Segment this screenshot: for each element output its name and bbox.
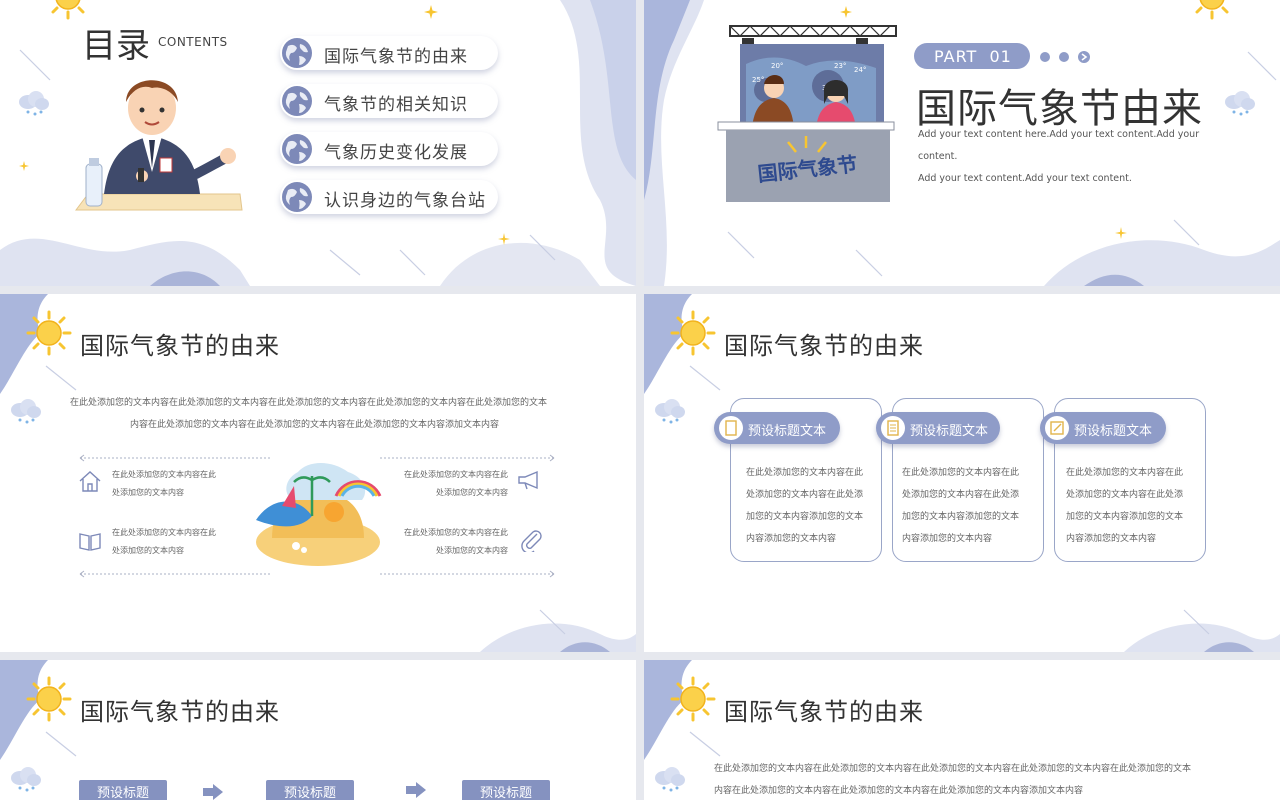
notes-icon (881, 416, 905, 440)
card-title: 预设标题文本 (910, 424, 989, 439)
temp-label: 25° (752, 76, 764, 84)
edit-icon (1045, 416, 1069, 440)
rain-cloud-icon (19, 91, 49, 116)
slide-origin-overview[interactable]: 国际气象节的由来 在此处添加您的文本内容在此处添加您的文本内容在此处添加您的文本… (0, 294, 636, 652)
sun-icon (45, 0, 91, 20)
menu-item-label: 气象历史变化发展 (324, 143, 468, 163)
temp-label: 24° (854, 66, 866, 74)
intro-text-line: 在此处添加您的文本内容在此处添加您的文本内容在此处添加您的文本内容在此处添加您的… (70, 398, 548, 408)
sun-icon (670, 310, 716, 356)
slide-title: 国际气象节的由来 (724, 332, 924, 360)
slide-contents[interactable]: 目录 CONTENTS 国际气象节的由来 气象节的相关知识 气象历史变化发展 认… (0, 0, 636, 286)
sun-icon (1189, 0, 1235, 20)
step-label-1[interactable]: 预设标题 (79, 780, 167, 800)
slide-origin-steps[interactable]: 国际气象节的由来 预设标题 预设标题 预设标题 (0, 660, 636, 800)
globe-icon (282, 134, 312, 164)
slide-origin-text[interactable]: 国际气象节的由来 在此处添加您的文本内容在此处添加您的文本内容在此处添加您的文本… (644, 660, 1280, 800)
menu-item-label: 气象节的相关知识 (324, 95, 468, 115)
part-badge: PART 01 (914, 43, 1030, 69)
presenter-illustration (75, 80, 243, 211)
part-label: PART 01 (934, 47, 1012, 66)
menu-item-2[interactable]: 气象节的相关知识 (280, 84, 498, 118)
menu-item-label: 国际气象节的由来 (324, 47, 468, 67)
page-title: 目录 (82, 26, 150, 66)
sun-icon (26, 676, 72, 722)
body-text-line: Add your text content here.Add your text… (918, 129, 1200, 140)
sun-icon (26, 310, 72, 356)
card-body-line: 处添加您的文本内容在此处添 (1066, 490, 1184, 500)
item-text: 处添加您的文本内容 (436, 546, 508, 555)
rain-cloud-icon (1225, 91, 1255, 116)
card-body-line: 加您的文本内容添加您的文本 (902, 512, 1020, 522)
temp-label: 23° (834, 62, 846, 70)
rain-cloud-icon (655, 767, 685, 792)
item-text: 处添加您的文本内容 (112, 488, 184, 497)
pagination-dots-icon (1040, 51, 1090, 63)
rain-cloud-icon (11, 767, 41, 792)
slide-title: 国际气象节的由来 (724, 698, 924, 726)
card-title-pill[interactable]: 预设标题文本 (876, 412, 1000, 444)
rain-cloud-icon (11, 399, 41, 424)
step-label-3[interactable]: 预设标题 (462, 780, 550, 800)
sparkle-icon (424, 5, 438, 19)
sparkle-icon (19, 161, 29, 171)
card-body: 在此处添加您的文本内容在此 处添加您的文本内容在此处添 加您的文本内容添加您的文… (746, 462, 872, 550)
body-text-line: content. (918, 151, 958, 162)
slide-title: 国际气象节的由来 (80, 698, 280, 726)
card-body-line: 在此处添加您的文本内容在此 (746, 468, 864, 478)
menu-item-1[interactable]: 国际气象节的由来 (280, 36, 498, 70)
arrow-right-icon (406, 782, 426, 798)
card-body-line: 加您的文本内容添加您的文本 (746, 512, 864, 522)
card-body: 在此处添加您的文本内容在此 处添加您的文本内容在此处添 加您的文本内容添加您的文… (902, 462, 1028, 550)
house-icon (79, 471, 101, 492)
sparkle-icon (1115, 227, 1127, 239)
globe-icon (282, 86, 312, 116)
document-icon (719, 416, 743, 440)
card-body-line: 在此处添加您的文本内容在此 (1066, 468, 1184, 478)
megaphone-icon (518, 470, 538, 490)
menu-item-4[interactable]: 认识身边的气象台站 (280, 180, 498, 214)
card-body: 在此处添加您的文本内容在此 处添加您的文本内容在此处添 加您的文本内容添加您的文… (1066, 462, 1192, 550)
arrow-right-icon (203, 784, 223, 800)
slide-background-waves (0, 660, 77, 760)
slide-part-01[interactable]: 20° 23° 24° 25° 32° 国际气象节 PART 01 国际气象节由… (644, 0, 1280, 286)
item-text: 处添加您的文本内容 (436, 488, 508, 497)
card-body-line: 内容添加您的文本内容 (902, 534, 993, 544)
card-title-pill[interactable]: 预设标题文本 (714, 412, 840, 444)
body-text-line: Add your text content.Add your text cont… (918, 173, 1132, 184)
beach-hat-illustration (256, 463, 382, 566)
card-title: 预设标题文本 (748, 424, 827, 439)
paperclip-icon (521, 530, 542, 552)
card-body-line: 加您的文本内容添加您的文本 (1066, 512, 1184, 522)
card-body-line: 内容添加您的文本内容 (746, 534, 837, 544)
card-body-line: 在此处添加您的文本内容在此 (902, 468, 1020, 478)
globe-icon (282, 182, 312, 212)
slide-origin-cards[interactable]: 国际气象节的由来 预设标题文本 预设标题文本 预设标题文本 在此处添加您的文本内… (644, 294, 1280, 652)
sparkle-icon (840, 6, 852, 18)
card-title: 预设标题文本 (1074, 424, 1153, 439)
menu-item-3[interactable]: 气象历史变化发展 (280, 132, 498, 166)
slide-title: 国际气象节的由来 (80, 332, 280, 360)
intro-text-line: 内容在此处添加您的文本内容在此处添加您的文本内容在此处添加您的文本内容添加文本内… (714, 786, 1084, 796)
intro-text-line: 内容在此处添加您的文本内容在此处添加您的文本内容在此处添加您的文本内容添加文本内… (130, 420, 500, 430)
card-title-pill[interactable]: 预设标题文本 (1040, 412, 1166, 444)
sun-icon (670, 676, 716, 722)
card-body-line: 内容添加您的文本内容 (1066, 534, 1157, 544)
rain-cloud-icon (655, 399, 685, 424)
temp-label: 20° (771, 62, 783, 70)
intro-text-line: 在此处添加您的文本内容在此处添加您的文本内容在此处添加您的文本内容在此处添加您的… (714, 764, 1192, 774)
card-body-line: 处添加您的文本内容在此处添 (746, 490, 864, 500)
page-subtitle: CONTENTS (158, 35, 228, 49)
card-body-line: 处添加您的文本内容在此处添 (902, 490, 1020, 500)
menu-item-label: 认识身边的气象台站 (324, 191, 486, 211)
item-text: 处添加您的文本内容 (112, 546, 184, 555)
weather-studio-illustration: 20° 23° 24° 25° 32° 国际气象节 (717, 25, 897, 202)
globe-icon (282, 38, 312, 68)
sparkle-icon (498, 233, 510, 245)
book-icon (79, 533, 101, 551)
step-label-2[interactable]: 预设标题 (266, 780, 354, 800)
